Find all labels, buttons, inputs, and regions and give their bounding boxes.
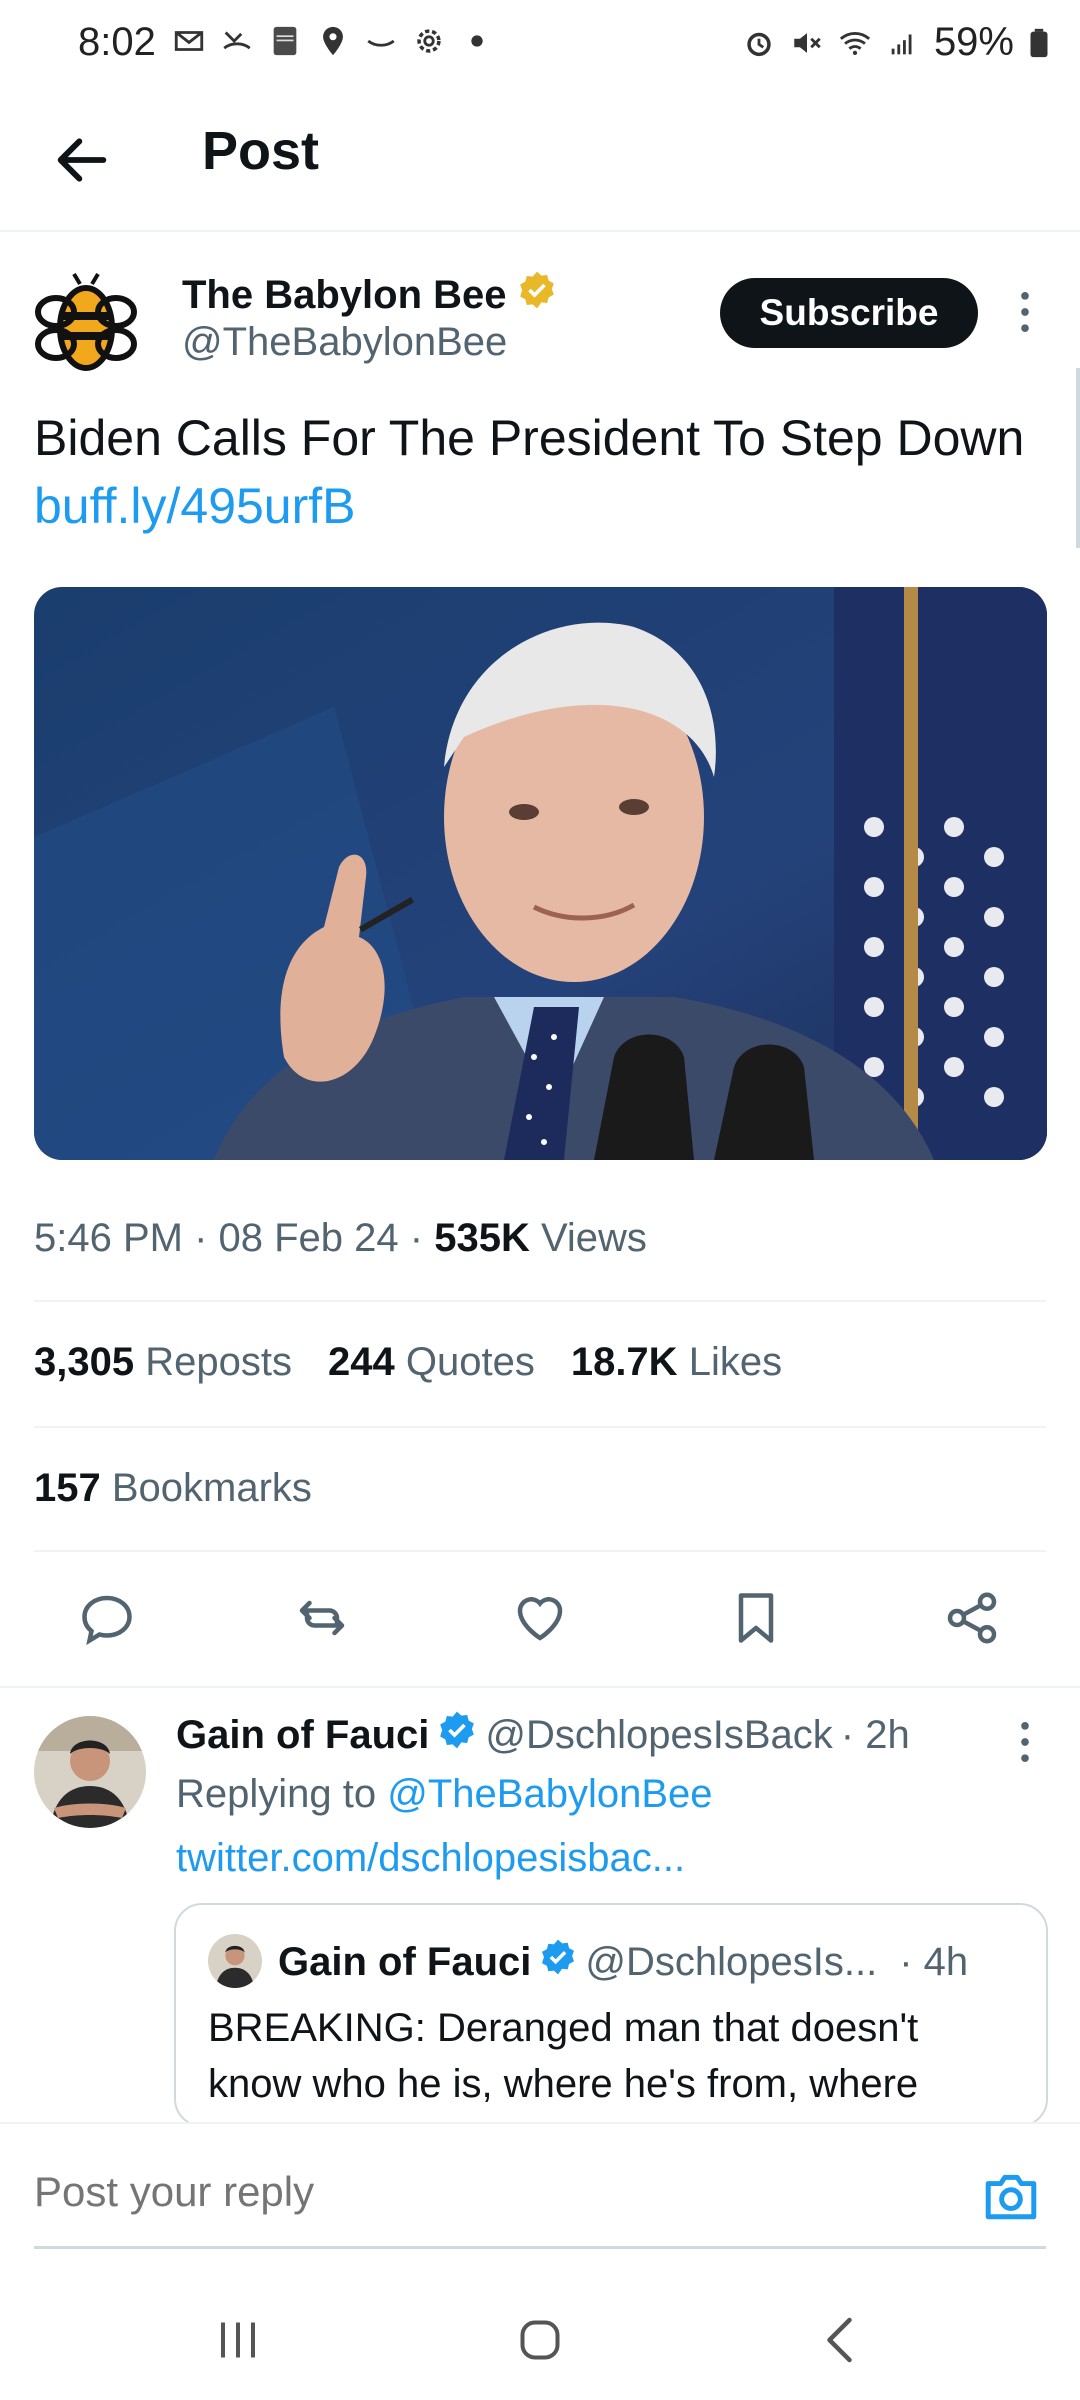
views-label: Views <box>540 1216 647 1260</box>
quotes-label: Quotes <box>405 1340 535 1384</box>
babylon-bee-avatar[interactable] <box>30 268 142 380</box>
author-handle[interactable]: @TheBabylonBee <box>182 320 507 365</box>
reply-link[interactable]: twitter.com/dschlopesisbac... <box>176 1836 685 1881</box>
wifi-icon <box>838 26 872 60</box>
camera-icon[interactable] <box>982 2170 1040 2222</box>
composer-underline <box>34 2246 1046 2249</box>
like-heart-icon[interactable] <box>510 1588 570 1648</box>
post-meta: 5:46 PM · 08 Feb 24 · 535K Views <box>34 1216 647 1260</box>
verified-gold-icon <box>517 270 557 320</box>
likes-label: Likes <box>688 1340 783 1384</box>
likes-stat[interactable]: 18.7K Likes <box>571 1340 782 1385</box>
battery-icon <box>1028 26 1050 60</box>
recent-apps-icon[interactable] <box>208 2310 268 2370</box>
subscribe-button[interactable]: Subscribe <box>720 278 978 348</box>
post-image[interactable] <box>34 587 1047 1160</box>
amazon-icon <box>364 24 398 58</box>
post-time: 5:46 PM <box>34 1216 183 1260</box>
reposts-stat[interactable]: 3,305 Reposts <box>34 1340 292 1385</box>
divider <box>34 1550 1046 1552</box>
reposts-count: 3,305 <box>34 1340 135 1384</box>
alarm-icon <box>742 26 776 60</box>
reply-author-handle[interactable]: @DschlopesIsBack <box>485 1713 832 1758</box>
post-text-body: Biden Calls For The President To Step Do… <box>34 410 1025 466</box>
verified-blue-icon <box>437 1710 477 1760</box>
battery-percent: 59% <box>933 20 1014 64</box>
gmail-icon <box>172 24 206 58</box>
quoted-header: Gain of Fauci @DschlopesIs... · 4h <box>278 1938 968 1986</box>
reply-author-name[interactable]: Gain of Fauci <box>176 1713 429 1758</box>
reply-icon[interactable] <box>77 1588 137 1648</box>
post-date: 08 Feb 24 <box>218 1216 399 1260</box>
settings-icon <box>412 24 446 58</box>
mute-icon <box>790 26 824 60</box>
quoted-author-handle: @DschlopesIs... <box>585 1939 878 1984</box>
author-name-text: The Babylon Bee <box>182 272 507 317</box>
home-icon[interactable] <box>510 2310 570 2370</box>
top-app-bar <box>0 95 1080 232</box>
post-link[interactable]: buff.ly/495urfB <box>34 478 356 534</box>
author-name[interactable]: The Babylon Bee <box>182 270 557 320</box>
divider <box>0 1686 1080 1688</box>
views-count: 535K <box>434 1216 530 1260</box>
bookmarks-label: Bookmarks <box>111 1466 312 1510</box>
reply-input[interactable] <box>34 2168 914 2216</box>
quotes-count: 244 <box>327 1340 395 1384</box>
quoted-text: BREAKING: Deranged man that doesn't know… <box>208 2006 919 2106</box>
divider <box>34 1300 1046 1302</box>
quotes-stat[interactable]: 244 Quotes <box>328 1340 535 1385</box>
replying-to-handle[interactable]: @TheBabylonBee <box>387 1772 712 1816</box>
likes-count: 18.7K <box>570 1340 678 1384</box>
bookmark-icon[interactable] <box>726 1588 786 1648</box>
page-title: Post <box>202 121 320 181</box>
bookmarks-stat[interactable]: 157 Bookmarks <box>34 1466 312 1511</box>
quoted-age: · 4h <box>899 1939 969 1984</box>
quoted-author-name: Gain of Fauci <box>278 1939 532 1984</box>
status-icons-right: 59% <box>742 20 1050 65</box>
more-options-icon[interactable] <box>1010 290 1040 334</box>
status-time: 8:02 <box>78 20 156 64</box>
quoted-author-avatar <box>208 1934 262 1988</box>
bookmarks-count: 157 <box>34 1466 101 1510</box>
post-stats: 3,305 Reposts 244 Quotes 18.7K Likes <box>34 1340 782 1385</box>
divider <box>34 1426 1046 1428</box>
signal-icon <box>886 26 920 60</box>
share-icon[interactable] <box>942 1588 1002 1648</box>
dot-icon <box>460 24 494 58</box>
location-icon <box>316 24 350 58</box>
missed-call-icon <box>220 24 254 58</box>
reposts-label: Reposts <box>145 1340 292 1384</box>
reply-age: · 2h <box>840 1712 910 1757</box>
holy-bible-icon <box>268 24 302 58</box>
reply-author-avatar[interactable] <box>34 1716 146 1828</box>
verified-blue-icon <box>539 1938 577 1986</box>
repost-icon[interactable] <box>292 1588 352 1648</box>
reply-more-options-icon[interactable] <box>1010 1720 1040 1764</box>
status-icons-left <box>172 24 494 58</box>
scrollbar[interactable] <box>1076 368 1080 548</box>
back-nav-icon[interactable] <box>812 2310 872 2370</box>
reply-header: Gain of Fauci @DschlopesIsBack · 2h <box>176 1710 910 1760</box>
post-text: Biden Calls For The President To Step Do… <box>34 404 1034 540</box>
back-arrow-icon[interactable] <box>50 128 114 192</box>
replying-to-prefix: Replying to <box>176 1772 388 1816</box>
replying-to: Replying to @TheBabylonBee <box>176 1772 713 1817</box>
